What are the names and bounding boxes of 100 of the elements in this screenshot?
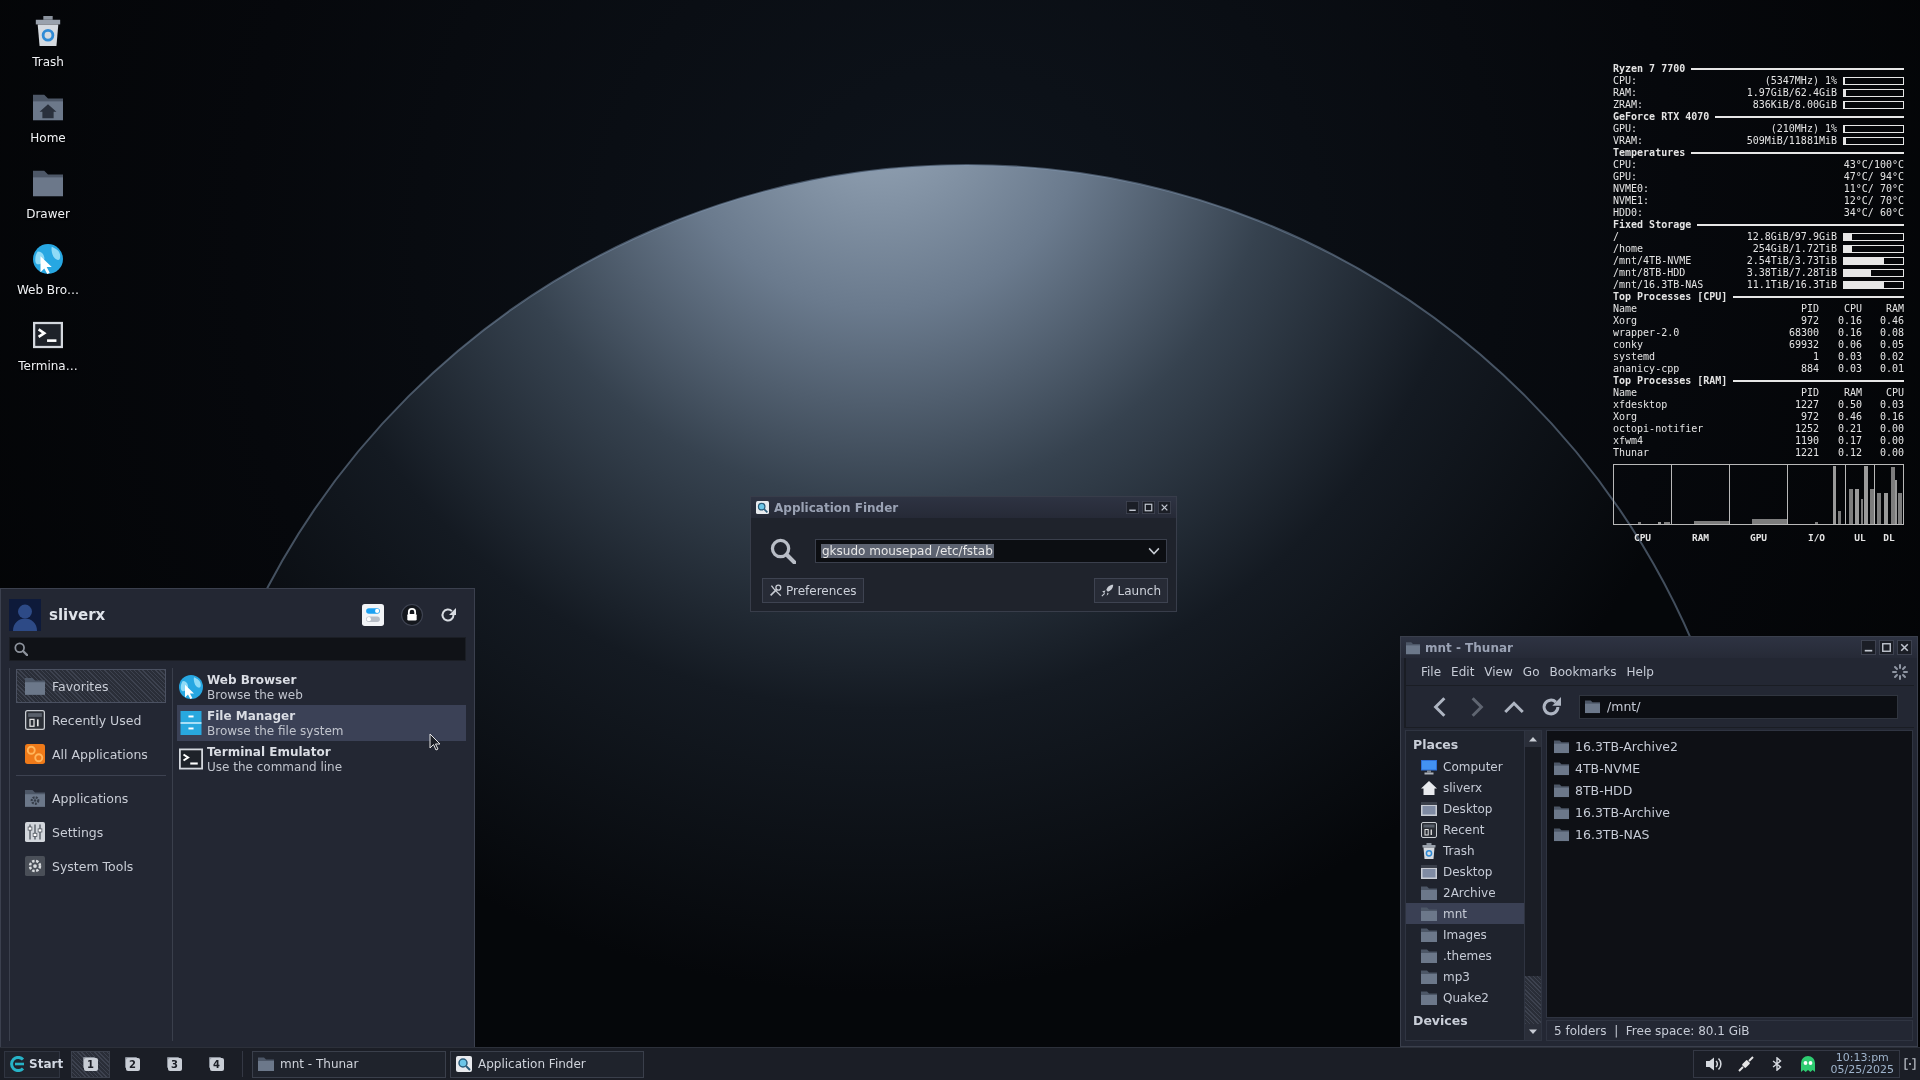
app-item[interactable]: File Manager Browse the file system bbox=[177, 705, 466, 741]
folder-icon[interactable] bbox=[1554, 760, 1569, 776]
location-field[interactable]: /mnt/ bbox=[1579, 694, 1898, 719]
place-item[interactable]: mp3 bbox=[1406, 966, 1524, 987]
place-item[interactable]: Trash bbox=[1406, 840, 1524, 861]
menu-item[interactable]: View bbox=[1479, 664, 1518, 679]
show-desktop-icon[interactable] bbox=[1904, 1058, 1916, 1070]
app-item[interactable]: Web Browser Browse the web bbox=[177, 669, 466, 705]
place-item[interactable]: sliverx bbox=[1406, 777, 1524, 798]
category-item[interactable]: Favorites bbox=[16, 669, 166, 703]
scroll-up-icon[interactable] bbox=[1525, 731, 1541, 747]
place-item[interactable]: Quake2 bbox=[1406, 987, 1524, 1008]
speaker-icon[interactable] bbox=[1705, 1056, 1722, 1072]
terminal-icon[interactable] bbox=[33, 320, 63, 350]
table-cell-text: ananicy-cpp bbox=[1613, 363, 1681, 375]
workspace-button[interactable]: 1 bbox=[71, 1050, 110, 1078]
search-field[interactable] bbox=[9, 637, 466, 661]
ghost-icon[interactable] bbox=[1799, 1056, 1816, 1072]
workspace-button[interactable]: 4 bbox=[197, 1050, 236, 1078]
maximize-icon[interactable] bbox=[1142, 501, 1155, 514]
folder-icon[interactable] bbox=[33, 168, 63, 198]
table-cell-text: 68300 bbox=[1787, 327, 1819, 339]
table-cell-text: 0.00 bbox=[1878, 435, 1904, 447]
category-item[interactable]: Settings bbox=[16, 815, 166, 849]
section-title: Fixed Storage bbox=[1613, 219, 1692, 231]
task-button[interactable]: mnt - Thunar bbox=[252, 1050, 446, 1078]
file-name[interactable]: 8TB-HDD bbox=[1575, 782, 1633, 798]
refresh-icon[interactable] bbox=[440, 606, 456, 623]
menu-item[interactable]: Bookmarks bbox=[1544, 664, 1622, 679]
app-item[interactable]: Terminal Emulator Use the command line bbox=[177, 741, 466, 777]
globe-icon[interactable] bbox=[33, 244, 63, 274]
category-item[interactable]: System Tools bbox=[16, 849, 166, 883]
place-item[interactable]: Recent bbox=[1406, 819, 1524, 840]
minimize-icon[interactable] bbox=[1126, 501, 1139, 514]
desktop-icon-label[interactable]: Drawer bbox=[26, 207, 70, 222]
file-name[interactable]: 16.3TB-NAS bbox=[1575, 826, 1650, 842]
caret-icon[interactable] bbox=[1148, 545, 1160, 557]
home-folder-icon[interactable] bbox=[33, 92, 63, 122]
calendar-icon bbox=[25, 710, 45, 730]
maximize-icon[interactable] bbox=[1879, 640, 1894, 655]
column-header: CPU bbox=[1842, 303, 1862, 315]
place-item[interactable]: Desktop bbox=[1406, 861, 1524, 882]
menu-item[interactable]: File bbox=[1416, 664, 1447, 679]
place-item[interactable]: .themes bbox=[1406, 945, 1524, 966]
app-name: Web Browser bbox=[207, 672, 298, 688]
folder-icon[interactable] bbox=[1554, 738, 1569, 754]
place-item[interactable]: Computer bbox=[1406, 756, 1524, 777]
desktop-icon-label[interactable]: Termina… bbox=[18, 359, 78, 374]
category-item[interactable]: All Applications bbox=[16, 737, 166, 771]
desktop-icon-label[interactable]: Web Bro… bbox=[16, 283, 80, 298]
folder-icon[interactable] bbox=[1554, 804, 1569, 820]
lock-icon[interactable] bbox=[401, 603, 423, 626]
file-name[interactable]: 16.3TB-Archive bbox=[1575, 804, 1671, 820]
table-cell-text: 0.17 bbox=[1836, 435, 1862, 447]
terminal-icon bbox=[179, 747, 203, 771]
table-cell-text: 0.03 bbox=[1836, 351, 1862, 363]
category-item[interactable]: Applications bbox=[16, 781, 166, 815]
workspace-button[interactable]: 2 bbox=[113, 1050, 152, 1078]
desktop-icon-label[interactable]: Home bbox=[30, 131, 66, 146]
table-cell-text: 1227 bbox=[1793, 399, 1819, 411]
trash-icon[interactable] bbox=[33, 16, 63, 46]
category-item[interactable]: Recently Used bbox=[16, 703, 166, 737]
table-cell-text: 0.03 bbox=[1836, 363, 1862, 375]
file-name[interactable]: 16.3TB-Archive2 bbox=[1575, 738, 1678, 754]
folder-icon bbox=[25, 676, 45, 696]
toggle-icon[interactable] bbox=[362, 603, 384, 626]
app-tile-icon bbox=[25, 744, 45, 764]
gear-icon bbox=[25, 856, 45, 876]
clock-time[interactable]: 10:13:pm bbox=[1835, 1052, 1889, 1064]
place-item[interactable]: 2Archive bbox=[1406, 882, 1524, 903]
logo-icon bbox=[9, 1056, 25, 1072]
place-item[interactable]: mnt bbox=[1406, 903, 1524, 924]
scroll-down-icon[interactable] bbox=[1525, 1024, 1541, 1040]
menu-item[interactable]: Edit bbox=[1446, 664, 1480, 679]
search-icon bbox=[770, 538, 796, 564]
close-icon[interactable] bbox=[1158, 501, 1171, 514]
folder-icon[interactable] bbox=[1554, 826, 1569, 842]
column-header: RAM bbox=[1884, 303, 1904, 315]
menu-item[interactable]: Go bbox=[1517, 664, 1545, 679]
task-button[interactable]: Application Finder bbox=[450, 1050, 644, 1078]
close-icon[interactable] bbox=[1897, 640, 1912, 655]
magnifier-icon bbox=[456, 1056, 472, 1072]
location-path: /mnt/ bbox=[1607, 699, 1641, 714]
place-item[interactable]: Desktop bbox=[1406, 798, 1524, 819]
file-name[interactable]: 4TB-NVME bbox=[1575, 760, 1641, 776]
folder-icon[interactable] bbox=[1554, 782, 1569, 798]
place-item[interactable]: Images bbox=[1406, 924, 1524, 945]
launch-button[interactable]: Launch bbox=[1093, 578, 1168, 603]
scrollbar[interactable] bbox=[1524, 731, 1541, 1040]
clock-date[interactable]: 05/25/2025 bbox=[1830, 1064, 1894, 1076]
workspace-button[interactable]: 3 bbox=[155, 1050, 194, 1078]
menu-item[interactable]: Help bbox=[1621, 664, 1659, 679]
table-cell-text: 0.16 bbox=[1836, 327, 1862, 339]
plug-icon[interactable] bbox=[1737, 1056, 1754, 1072]
minimize-icon[interactable] bbox=[1861, 640, 1876, 655]
desktop-icon-label[interactable]: Trash bbox=[32, 55, 64, 70]
preferences-button[interactable]: Preferences bbox=[762, 578, 864, 603]
reload-icon[interactable] bbox=[1541, 696, 1561, 717]
command-field[interactable]: gksudo mousepad /etc/fstab bbox=[815, 539, 1167, 563]
scrollbar-thumb[interactable] bbox=[1525, 976, 1541, 1024]
